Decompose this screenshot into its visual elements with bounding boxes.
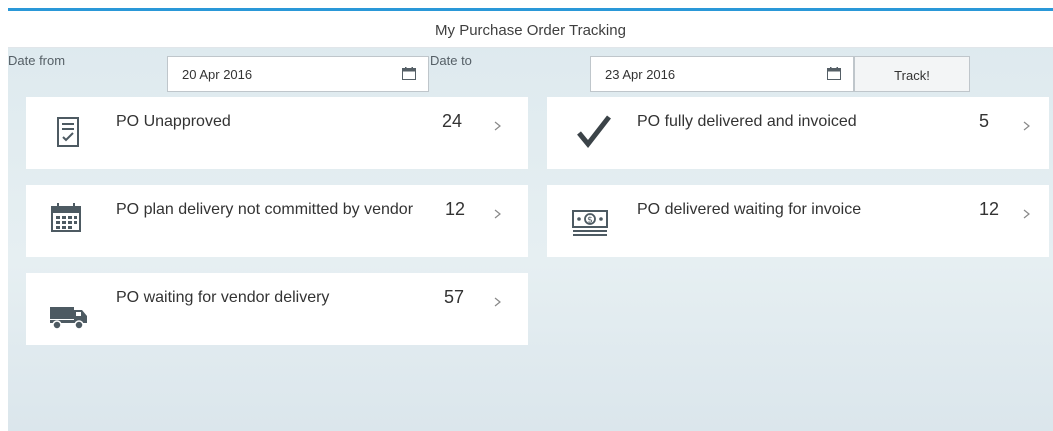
tile-po-unapproved[interactable]: PO Unapproved 24 bbox=[26, 97, 528, 169]
tile-label: PO plan delivery not committed by vendor bbox=[116, 201, 414, 218]
date-from-value: 20 Apr 2016 bbox=[182, 67, 253, 82]
tile-po-waiting-vendor-delivery[interactable]: PO waiting for vendor delivery 57 bbox=[26, 273, 528, 345]
tile-count: 57 bbox=[444, 287, 465, 307]
chevron-right-icon bbox=[494, 121, 501, 131]
date-to-value: 23 Apr 2016 bbox=[605, 67, 676, 82]
app-shell: My Purchase Order Tracking Date from 20 … bbox=[8, 8, 1053, 431]
chevron-right-icon bbox=[1023, 121, 1030, 131]
tile-po-delivered-waiting-invoice[interactable]: $ PO delivered waiting for invoice 12 bbox=[547, 185, 1049, 257]
tile-po-fully-delivered-invoiced[interactable]: PO fully delivered and invoiced 5 bbox=[547, 97, 1049, 169]
date-from-field[interactable]: 20 Apr 2016 bbox=[167, 56, 429, 92]
tile-po-plan-delivery-not-committed[interactable]: PO plan delivery not committed by vendor… bbox=[26, 185, 528, 257]
tile-label: PO waiting for vendor delivery bbox=[116, 289, 330, 306]
checklist-icon bbox=[57, 117, 79, 147]
track-button[interactable]: Track! bbox=[854, 56, 970, 92]
filter-bar: Date from 20 Apr 2016 Date to 23 Apr 201… bbox=[8, 48, 1053, 98]
tile-label: PO Unapproved bbox=[116, 113, 231, 130]
calendar-icon[interactable] bbox=[827, 67, 841, 80]
tile-count: 24 bbox=[442, 111, 463, 131]
calendar-icon bbox=[51, 203, 81, 232]
truck-icon bbox=[50, 307, 87, 330]
date-from-label: Date from bbox=[8, 53, 66, 68]
tile-label: PO fully delivered and invoiced bbox=[637, 113, 857, 130]
svg-text:$: $ bbox=[587, 216, 593, 226]
tile-count: 12 bbox=[445, 199, 466, 219]
chevron-right-icon bbox=[494, 209, 501, 219]
tile-count: 12 bbox=[979, 199, 1000, 219]
chevron-right-icon bbox=[494, 297, 501, 307]
title-bar: My Purchase Order Tracking bbox=[8, 8, 1053, 48]
checkmark-icon bbox=[577, 115, 611, 149]
calendar-icon[interactable] bbox=[402, 67, 416, 80]
chevron-right-icon bbox=[1023, 209, 1030, 219]
tile-count: 5 bbox=[979, 111, 990, 131]
date-to-label: Date to bbox=[430, 53, 472, 68]
date-to-field[interactable]: 23 Apr 2016 bbox=[590, 56, 854, 92]
tile-label: PO delivered waiting for invoice bbox=[637, 201, 862, 218]
page-title: My Purchase Order Tracking bbox=[435, 22, 626, 39]
money-icon: $ bbox=[572, 210, 608, 236]
